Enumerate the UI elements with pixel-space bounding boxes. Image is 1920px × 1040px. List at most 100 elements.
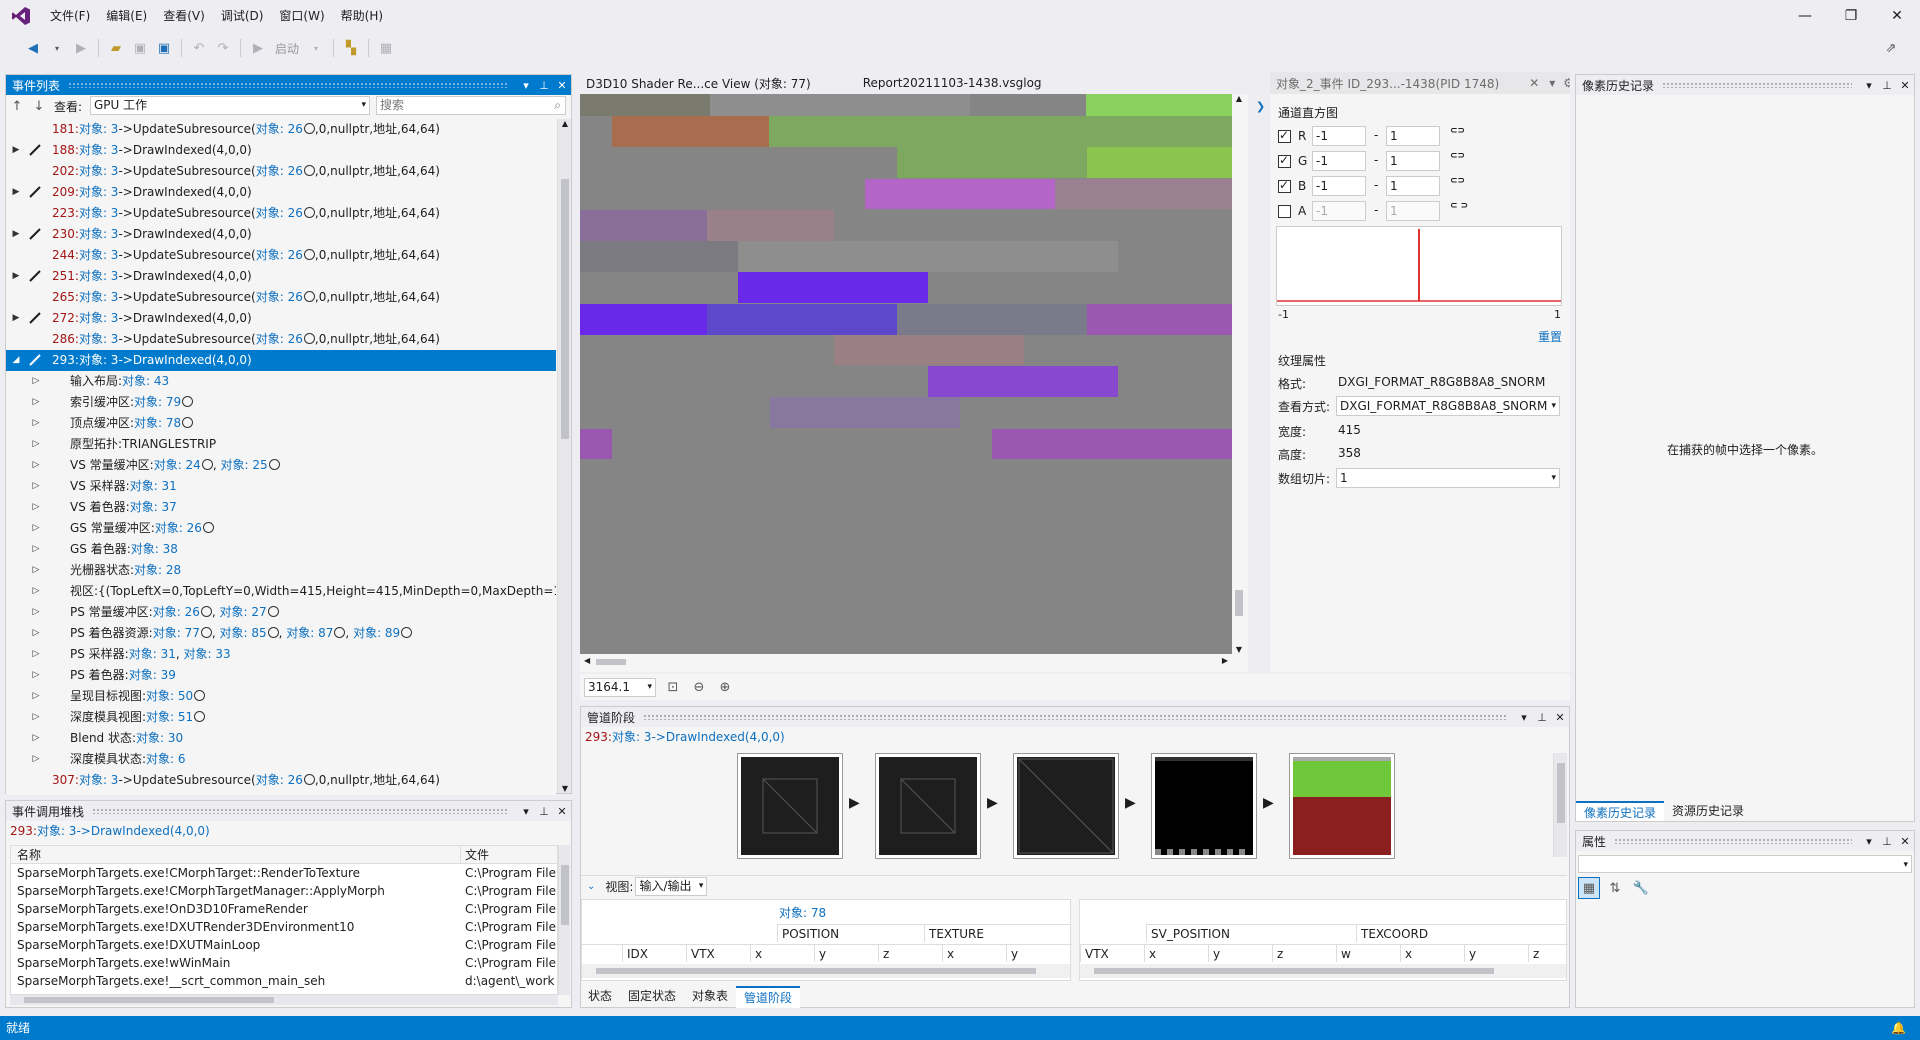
expand-icon[interactable]: ▷ (30, 581, 42, 602)
history-icon[interactable] (401, 627, 413, 638)
history-icon[interactable] (200, 627, 212, 638)
search-input[interactable]: 搜索 ⌕ (376, 96, 566, 115)
close-window-icon[interactable]: ✕ (1874, 0, 1920, 32)
column-header[interactable]: z (1528, 945, 1568, 962)
event-child-row[interactable]: ▷ 呈现目标视图:对象: 50 (6, 686, 556, 707)
menu-item-1[interactable]: 编辑(E) (98, 0, 155, 32)
pin-icon[interactable]: ⊥ (1533, 711, 1551, 724)
view-dropdown[interactable]: GPU 工作 ▾ (90, 96, 370, 115)
event-child-row[interactable]: ▷ PS 采样器:对象: 31, 对象: 33 (6, 644, 556, 665)
call-stack-scrollbar[interactable] (558, 845, 570, 995)
column-header-name[interactable]: 名称 (11, 846, 461, 863)
scroll-thumb[interactable] (1235, 590, 1243, 616)
object-link[interactable]: 对象: 26 (256, 290, 303, 304)
channel-checkbox[interactable] (1278, 153, 1291, 168)
texture-hscrollbar[interactable]: ◀ ▶ (580, 654, 1232, 670)
gear-icon[interactable]: ⚙ (1563, 76, 1570, 90)
object-link[interactable]: 对象: 26 (153, 605, 200, 619)
expand-icon[interactable]: ▷ (30, 434, 42, 455)
event-row[interactable]: ▶ 188:对象: 3->DrawIndexed(4,0,0) (6, 140, 556, 161)
channel-checkbox[interactable] (1278, 205, 1291, 218)
event-row[interactable]: 223:对象: 3->UpdateSubresource(对象: 26 ,0,nu… (6, 203, 556, 224)
history-icon[interactable] (194, 690, 206, 701)
object-link[interactable]: 对象: 3 (79, 164, 119, 178)
history-icon[interactable] (303, 774, 315, 785)
scroll-left-icon[interactable]: ◀ (584, 656, 590, 665)
event-child-row[interactable]: ▷ 索引缓冲区:对象: 79 (6, 392, 556, 413)
event-child-row[interactable]: ▷ GS 常量缓冲区:对象: 26 (6, 518, 556, 539)
history-icon[interactable] (303, 333, 315, 344)
expand-icon[interactable]: ▷ (30, 560, 42, 581)
expand-icon[interactable]: ▷ (30, 539, 42, 560)
toolbar-options-icon[interactable]: ▦ (375, 37, 397, 59)
object-link[interactable]: 对象: 3 (79, 332, 119, 346)
column-header[interactable]: IDX (622, 945, 686, 962)
zoom-in-icon[interactable]: ⊕ (714, 676, 736, 698)
expand-icon[interactable]: ▶ (10, 224, 22, 245)
link-icon[interactable]: ⊂⊃ (1450, 176, 1465, 186)
expand-icon[interactable]: ▷ (30, 602, 42, 623)
io-view-dropdown[interactable]: 输入/输出 ▾ (635, 877, 708, 896)
column-header[interactable]: VTX (1080, 945, 1144, 962)
wrench-icon[interactable]: 🔧 (1630, 877, 1652, 899)
event-row[interactable]: 181:对象: 3->UpdateSubresource(对象: 26 ,0,nu… (6, 119, 556, 140)
event-child-row[interactable]: ▷ PS 着色器资源:对象: 77, 对象: 85, 对象: 87, 对象: 89 (6, 623, 556, 644)
open-folder-icon[interactable]: ▰ (105, 37, 127, 59)
stage-output-merger[interactable] (1289, 753, 1395, 859)
object-link[interactable]: 对象: 77 (153, 626, 200, 640)
tab-2[interactable]: 对象表 (684, 986, 736, 1008)
zoom-dropdown[interactable]: 3164.1 ▾ (584, 677, 656, 697)
column-header[interactable]: x (1144, 945, 1208, 962)
object-link[interactable]: 对象: 25 (220, 458, 267, 472)
object-link[interactable]: 对象: 3 (79, 311, 119, 325)
event-row[interactable]: ▶ 209:对象: 3->DrawIndexed(4,0,0) (6, 182, 556, 203)
column-header[interactable]: w (1336, 945, 1400, 962)
start-button[interactable]: 启动 (271, 40, 303, 57)
fit-to-window-icon[interactable]: ⊡ (662, 676, 684, 698)
event-row[interactable]: ▶ 230:对象: 3->DrawIndexed(4,0,0) (6, 224, 556, 245)
window-position-icon[interactable]: ▾ (517, 79, 535, 92)
object-link[interactable]: 对象: 26 (256, 773, 303, 787)
object-link[interactable]: 对象: 39 (129, 668, 176, 682)
object-link[interactable]: 对象: 3 (79, 185, 119, 199)
event-child-row[interactable]: ▷ PS 着色器:对象: 39 (6, 665, 556, 686)
event-row[interactable]: 286:对象: 3->UpdateSubresource(对象: 26 ,0,nu… (6, 329, 556, 350)
call-stack-row[interactable]: SparseMorphTargets.exe!DXUTMainLoop C:\Pr… (11, 936, 557, 954)
categorized-icon[interactable]: ▦ (1578, 877, 1600, 899)
expand-icon[interactable]: ▷ (30, 371, 42, 392)
chevron-down-icon[interactable]: ▾ (1549, 76, 1555, 90)
event-row-selected[interactable]: ◢ 293:对象: 3->DrawIndexed(4,0,0) (6, 350, 556, 371)
history-icon[interactable] (267, 606, 279, 617)
capture-frame-icon[interactable]: ▚ (340, 37, 362, 59)
reset-link[interactable]: 重置 (1538, 328, 1562, 345)
event-list-scrollbar[interactable]: ▲ ▼ (557, 119, 571, 793)
tab-pixel-history[interactable]: 像素历史记录 (1576, 801, 1665, 821)
column-header[interactable]: y (1208, 945, 1272, 962)
live-share-icon[interactable]: ⇗ (1880, 37, 1902, 59)
expand-icon[interactable]: ▷ (30, 728, 42, 749)
column-header[interactable]: x (1400, 945, 1464, 962)
close-icon[interactable]: ✕ (1529, 76, 1539, 90)
window-position-icon[interactable]: ▾ (1860, 79, 1878, 92)
column-header[interactable]: VTX (686, 945, 750, 962)
expand-icon[interactable]: ▷ (30, 476, 42, 497)
object-link[interactable]: 对象: 24 (154, 458, 201, 472)
tab-vsglog-report[interactable]: Report20211103-1438.vsglog (857, 76, 1048, 90)
close-icon[interactable]: ✕ (1896, 835, 1914, 848)
event-child-row[interactable]: ▷ VS 常量缓冲区:对象: 24, 对象: 25 (6, 455, 556, 476)
call-stack-hscrollbar[interactable] (10, 995, 558, 1005)
expand-icon[interactable]: ▶ (10, 308, 22, 329)
object-link[interactable]: 对象: 3 (79, 227, 119, 241)
object-link[interactable]: 对象: 26 (256, 248, 303, 262)
history-icon[interactable] (267, 627, 279, 638)
dropdown-icon[interactable]: ▾ (46, 37, 68, 59)
object-link[interactable]: 对象: 79 (134, 395, 181, 409)
expand-icon[interactable]: ▷ (30, 497, 42, 518)
stage-vertex-shader[interactable] (875, 753, 981, 859)
object-link[interactable]: 对象: 26 (256, 206, 303, 220)
sort-down-icon[interactable]: ↓ (28, 95, 50, 117)
tab-graphics-event[interactable]: 对象_2_事件 ID_293...-1438(PID 1748) ✕ ▾ ⚙ (1270, 72, 1570, 94)
history-icon[interactable] (201, 459, 213, 470)
object-link[interactable]: 对象: 43 (122, 374, 169, 388)
scroll-thumb[interactable] (596, 659, 626, 665)
